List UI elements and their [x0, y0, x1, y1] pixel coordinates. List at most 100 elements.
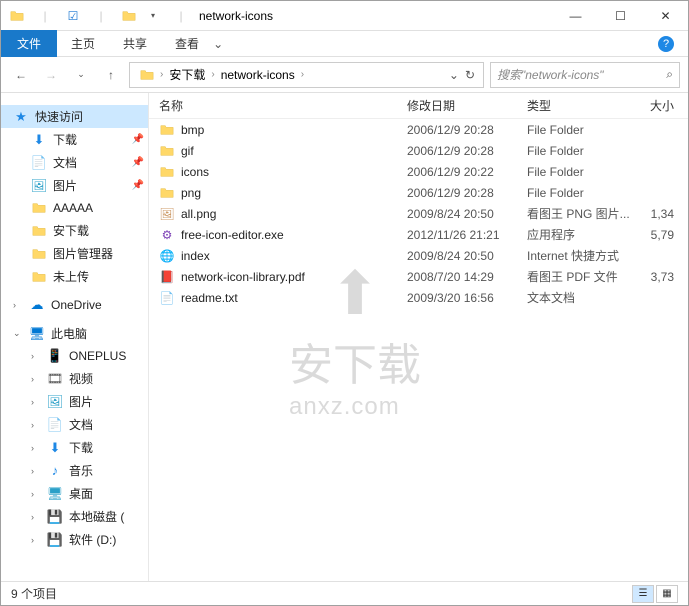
tab-share[interactable]: 共享: [109, 31, 161, 56]
sidebar-item[interactable]: › 💾 软件 (D:): [1, 528, 148, 551]
file-row[interactable]: 🖼all.png 2009/8/24 20:50 看图王 PNG 图片... 1…: [149, 203, 688, 224]
file-row[interactable]: 📄readme.txt 2009/3/20 16:56 文本文档: [149, 287, 688, 308]
file-date: 2008/7/20 14:29: [407, 270, 527, 284]
file-size: 1,34: [647, 207, 688, 221]
sidebar-onedrive[interactable]: › ☁ OneDrive: [1, 294, 148, 316]
search-icon: ⌕: [666, 67, 673, 82]
help-icon[interactable]: ?: [658, 36, 674, 52]
address-bar[interactable]: › 安下载 › network-icons › ⌄ ↻: [129, 62, 484, 88]
column-headers: 名称 修改日期 类型 大小: [149, 93, 688, 119]
pic-icon: 🖼: [31, 178, 47, 194]
folder-icon: [31, 269, 47, 285]
titlebar: | ☑ | ▾ | network-icons — ☐ ✕: [1, 1, 688, 31]
sidebar-item[interactable]: 📄 文档 📌: [1, 151, 148, 174]
sidebar-item[interactable]: › 🖼 图片: [1, 390, 148, 413]
folder-icon: [159, 164, 175, 180]
recent-dropdown[interactable]: ⌄: [69, 63, 93, 87]
close-button[interactable]: ✕: [643, 1, 688, 31]
sidebar-item[interactable]: 安下载: [1, 219, 148, 242]
separator: |: [173, 8, 189, 24]
sidebar-item[interactable]: › ⬇ 下载: [1, 436, 148, 459]
col-type[interactable]: 类型: [527, 97, 647, 114]
folder-icon: [159, 122, 175, 138]
sidebar-item[interactable]: ⬇ 下载 📌: [1, 128, 148, 151]
file-size: 5,79: [647, 228, 688, 242]
sidebar-item[interactable]: › 📱 ONEPLUS: [1, 345, 148, 367]
breadcrumb-item[interactable]: network-icons: [215, 66, 301, 84]
file-row[interactable]: gif 2006/12/9 20:28 File Folder: [149, 140, 688, 161]
content-area: 名称 修改日期 类型 大小 ⬆ 安下载 anxz.com bmp 2006/12…: [149, 93, 688, 581]
folder-icon: [159, 143, 175, 159]
minimize-button[interactable]: —: [553, 1, 598, 31]
sidebar-item[interactable]: › 🖥 桌面: [1, 482, 148, 505]
col-name[interactable]: 名称: [159, 97, 407, 114]
chevron-right-icon[interactable]: ›: [301, 69, 304, 80]
tab-view[interactable]: 查看: [161, 31, 213, 56]
tab-home[interactable]: 主页: [57, 31, 109, 56]
tab-file[interactable]: 文件: [1, 30, 57, 57]
exe-icon: ⚙: [159, 227, 175, 243]
file-name: network-icon-library.pdf: [181, 270, 305, 284]
breadcrumb-item[interactable]: 安下载: [163, 64, 211, 85]
sidebar-quick-access[interactable]: ★ 快速访问: [1, 105, 148, 128]
desktop-icon: 🖥: [47, 486, 63, 502]
file-row[interactable]: bmp 2006/12/9 20:28 File Folder: [149, 119, 688, 140]
back-button[interactable]: ←: [9, 63, 33, 87]
dropdown-icon[interactable]: ▾: [145, 8, 161, 24]
refresh-icon[interactable]: ↻: [465, 68, 475, 82]
file-row[interactable]: png 2006/12/9 20:28 File Folder: [149, 182, 688, 203]
sidebar-item[interactable]: › 💾 本地磁盘 (: [1, 505, 148, 528]
expand-icon: ›: [31, 535, 41, 545]
statusbar: 9 个项目 ☰ ▦: [1, 581, 688, 605]
window-controls: — ☐ ✕: [553, 1, 688, 31]
properties-icon[interactable]: ☑: [65, 8, 81, 24]
search-input[interactable]: 搜索"network-icons" ⌕: [490, 62, 680, 88]
view-icons-button[interactable]: ▦: [656, 585, 678, 603]
sidebar-item[interactable]: AAAAA: [1, 197, 148, 219]
sidebar-label: 此电脑: [51, 325, 87, 342]
ribbon-expand-icon[interactable]: ⌄: [213, 37, 223, 51]
file-date: 2006/12/9 20:28: [407, 144, 527, 158]
col-size[interactable]: 大小: [647, 97, 688, 114]
file-list: ⬆ 安下载 anxz.com bmp 2006/12/9 20:28 File …: [149, 119, 688, 581]
file-date: 2006/12/9 20:28: [407, 186, 527, 200]
expand-icon: ›: [31, 374, 41, 384]
file-name: readme.txt: [181, 291, 238, 305]
download-icon: ⬇: [31, 132, 47, 148]
expand-icon: ›: [31, 443, 41, 453]
sidebar-item-label: 未上传: [53, 268, 89, 285]
pin-icon: 📌: [132, 180, 144, 191]
separator: |: [93, 8, 109, 24]
file-row[interactable]: 🌐index 2009/8/24 20:50 Internet 快捷方式: [149, 245, 688, 266]
sidebar-item[interactable]: 未上传: [1, 265, 148, 288]
file-row[interactable]: icons 2006/12/9 20:22 File Folder: [149, 161, 688, 182]
file-type: File Folder: [527, 123, 647, 137]
pc-icon: 🖥: [29, 326, 45, 342]
sidebar-item[interactable]: › 🎞 视频: [1, 367, 148, 390]
forward-button[interactable]: →: [39, 63, 63, 87]
expand-icon: ›: [31, 489, 41, 499]
file-row[interactable]: 📕network-icon-library.pdf 2008/7/20 14:2…: [149, 266, 688, 287]
folder-icon: [159, 185, 175, 201]
disk-icon: 💾: [47, 509, 63, 525]
cloud-icon: ☁: [29, 297, 45, 313]
sidebar-item[interactable]: 🖼 图片 📌: [1, 174, 148, 197]
sidebar-this-pc[interactable]: ⌄ 🖥 此电脑: [1, 322, 148, 345]
dropdown-icon[interactable]: ⌄: [449, 68, 459, 82]
sidebar-item[interactable]: › 📄 文档: [1, 413, 148, 436]
maximize-button[interactable]: ☐: [598, 1, 643, 31]
file-date: 2012/11/26 21:21: [407, 228, 527, 242]
pin-icon: 📌: [132, 157, 144, 168]
sidebar: ★ 快速访问 ⬇ 下载 📌 📄 文档 📌 🖼 图片 📌 AAAAA 安下载 图片…: [1, 93, 149, 581]
expand-icon: ›: [31, 397, 41, 407]
view-details-button[interactable]: ☰: [632, 585, 654, 603]
sidebar-item-label: 图片: [53, 177, 77, 194]
col-date[interactable]: 修改日期: [407, 97, 527, 114]
sidebar-item[interactable]: 图片管理器: [1, 242, 148, 265]
sidebar-item[interactable]: › ♪ 音乐: [1, 459, 148, 482]
up-button[interactable]: ↑: [99, 63, 123, 87]
file-name: gif: [181, 144, 194, 158]
file-size: 3,73: [647, 270, 688, 284]
file-row[interactable]: ⚙free-icon-editor.exe 2012/11/26 21:21 应…: [149, 224, 688, 245]
phone-icon: 📱: [47, 348, 63, 364]
